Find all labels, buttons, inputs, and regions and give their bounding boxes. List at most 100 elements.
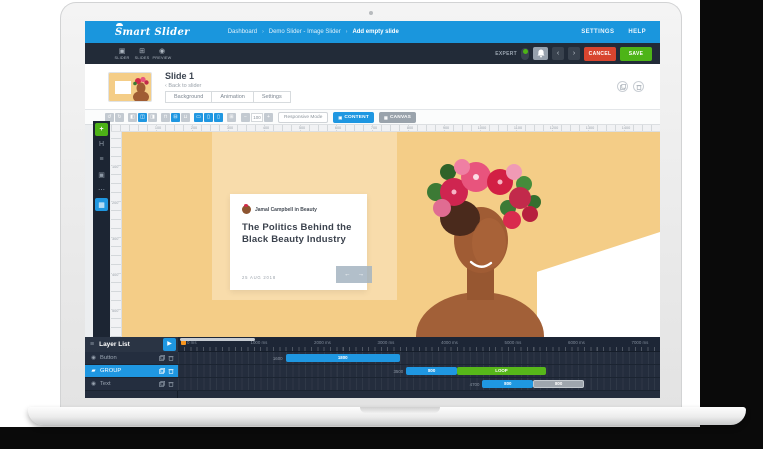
valign-middle-icon[interactable]: ⊟ bbox=[171, 112, 180, 122]
bell-icon bbox=[537, 49, 544, 58]
card-title: The Politics Behind the Black Beauty Ind… bbox=[242, 222, 352, 245]
timeline-bar-blue[interactable]: 1800 bbox=[285, 354, 400, 362]
layer-row-text[interactable]: ◉ Text bbox=[85, 378, 178, 391]
breadcrumb-item[interactable]: Demo Slider - Image Slider bbox=[269, 29, 341, 35]
layer-name: Button bbox=[100, 355, 117, 361]
layer-row-button[interactable]: ◉ Button bbox=[85, 352, 178, 365]
delete-layer-icon[interactable] bbox=[168, 355, 174, 361]
folder-icon[interactable]: ▰ bbox=[90, 368, 97, 374]
timeline-ruler-label: 0 ms bbox=[187, 340, 197, 345]
slider-label: SLIDER bbox=[114, 55, 130, 60]
tab-settings[interactable]: Settings bbox=[252, 91, 291, 103]
vruler-label: 500 bbox=[112, 309, 119, 313]
image-layer-button[interactable]: ▣ bbox=[95, 168, 108, 181]
valign-bottom-icon[interactable]: ⊔ bbox=[181, 112, 190, 122]
duplicate-layer-icon[interactable] bbox=[159, 355, 165, 361]
align-left-icon[interactable]: ◧ bbox=[128, 112, 137, 122]
heading-layer-button[interactable]: H bbox=[95, 138, 108, 151]
settings-link[interactable]: SETTINGS bbox=[581, 29, 614, 35]
timeline-bar-green[interactable]: LOOP bbox=[457, 367, 546, 375]
zoom-out-icon[interactable]: − bbox=[241, 112, 250, 122]
mobile-icon[interactable]: ▯ bbox=[214, 112, 223, 122]
more-layers-button[interactable]: ⋯ bbox=[95, 183, 108, 196]
slides-icon: ⊞ bbox=[139, 47, 145, 55]
eye-icon[interactable]: ◉ bbox=[90, 381, 97, 387]
duplicate-layer-icon[interactable] bbox=[159, 368, 165, 374]
slider-button[interactable]: ▣ SLIDER bbox=[112, 43, 132, 64]
slide-tabs: Background Animation Settings bbox=[165, 91, 291, 103]
content-mode-button[interactable]: ▣ CONTENT bbox=[333, 111, 374, 123]
delete-layer-icon[interactable] bbox=[168, 381, 174, 387]
text-layer-button[interactable]: ≡ bbox=[95, 153, 108, 166]
hruler-label: 800 bbox=[405, 126, 415, 130]
layer-list-toggle-button[interactable]: ▦ bbox=[95, 198, 108, 211]
tab-background[interactable]: Background bbox=[165, 91, 212, 103]
timeline-bar-blue[interactable]: 800 bbox=[406, 367, 458, 375]
save-button[interactable]: SAVE bbox=[620, 46, 652, 61]
ruler-ticks bbox=[184, 347, 660, 351]
valign-top-icon[interactable]: ⊓ bbox=[161, 112, 170, 122]
zoom-in-icon[interactable]: + bbox=[264, 112, 273, 122]
horizontal-ruler: 100 200 300 400 500 600 700 800 900 1000 1100 1200 1… bbox=[111, 125, 660, 132]
timeline-bar-blue[interactable]: 800 bbox=[482, 380, 534, 388]
layer-name: GROUP bbox=[100, 368, 122, 374]
timeline-bar-gray[interactable]: 800 bbox=[533, 380, 585, 388]
hruler-label: 1400 bbox=[620, 126, 632, 130]
bar-start-label: 1600 bbox=[272, 356, 283, 361]
tablet-icon[interactable]: ▯ bbox=[204, 112, 213, 122]
duplicate-slide-button[interactable] bbox=[617, 81, 628, 92]
delete-layer-icon[interactable] bbox=[168, 368, 174, 374]
responsive-mode-button[interactable]: Responsive Mode bbox=[278, 111, 329, 123]
hruler-label: 200 bbox=[189, 126, 199, 130]
breadcrumb-separator-icon: › bbox=[262, 29, 264, 35]
canvas-mode-button[interactable]: ▦ CANVAS bbox=[378, 111, 417, 123]
duplicate-layer-icon[interactable] bbox=[159, 381, 165, 387]
play-button[interactable]: ▶ bbox=[163, 338, 176, 351]
next-arrow-icon[interactable]: → bbox=[358, 271, 365, 278]
content-mode-icon: ▣ bbox=[338, 114, 343, 120]
notifications-button[interactable] bbox=[533, 47, 548, 60]
layer-list-title: Layer List bbox=[99, 341, 130, 348]
timeline-ruler[interactable]: 0 ms 1000 ms 2000 ms 3000 ms 4000 ms 5000 ms 6… bbox=[178, 337, 660, 352]
breadcrumb-item[interactable]: Dashboard bbox=[228, 29, 257, 35]
vertical-ruler: 100 200 300 400 500 bbox=[111, 132, 122, 337]
back-to-slider-link[interactable]: ‹ Back to slider bbox=[165, 83, 201, 89]
redo-icon[interactable]: ↻ bbox=[115, 112, 124, 122]
next-slide-button[interactable]: › bbox=[568, 47, 580, 60]
slides-label: SLIDES bbox=[134, 55, 150, 60]
hruler-label: 1200 bbox=[548, 126, 560, 130]
help-link[interactable]: HELP bbox=[628, 29, 646, 35]
preview-button[interactable]: ◉ PREVIEW bbox=[152, 43, 172, 64]
desktop-icon[interactable]: ▭ bbox=[194, 112, 203, 122]
grid-icon[interactable]: ⊞ bbox=[227, 112, 236, 122]
hruler-label: 300 bbox=[225, 126, 235, 130]
breadcrumb-item[interactable]: Add empty slide bbox=[352, 29, 398, 35]
vruler-label: 200 bbox=[112, 201, 119, 205]
align-center-icon[interactable]: ◫ bbox=[138, 112, 147, 122]
slide-canvas[interactable]: Jamal Campbell in Beauty The Politics Be… bbox=[122, 132, 660, 337]
hruler-label: 700 bbox=[369, 126, 379, 130]
slide-thumbnail[interactable] bbox=[108, 72, 152, 102]
prev-arrow-icon[interactable]: ← bbox=[344, 271, 351, 278]
cancel-button[interactable]: CANCEL bbox=[584, 46, 616, 61]
previous-slide-button[interactable]: ‹ bbox=[552, 47, 564, 60]
layer-rail: + H ≡ ▣ ⋯ ▦ bbox=[93, 121, 110, 337]
tab-animation[interactable]: Animation bbox=[211, 91, 253, 103]
byline: Jamal Campbell in Beauty bbox=[242, 204, 317, 214]
add-layer-button[interactable]: + bbox=[95, 123, 108, 136]
layer-row-group[interactable]: ▰ GROUP bbox=[85, 365, 178, 378]
bar-start-label: 4700 bbox=[469, 382, 480, 387]
slides-button[interactable]: ⊞ SLIDES bbox=[132, 43, 152, 64]
timeline-ruler-label: 1000 ms bbox=[250, 340, 268, 345]
content-card[interactable]: Jamal Campbell in Beauty The Politics Be… bbox=[230, 194, 372, 290]
align-right-icon[interactable]: ◨ bbox=[148, 112, 157, 122]
author-avatar bbox=[242, 204, 251, 214]
back-arrow-icon: ‹ bbox=[165, 83, 167, 89]
hruler-label: 100 bbox=[153, 126, 163, 130]
expert-toggle[interactable] bbox=[521, 47, 529, 60]
slide-bar: Slide 1 ‹ Back to slider Background Anima… bbox=[85, 64, 660, 110]
delete-slide-button[interactable] bbox=[633, 81, 644, 92]
timeline-ruler-label: 7000 ms bbox=[631, 340, 649, 345]
breadcrumb[interactable]: Dashboard › Demo Slider - Image Slider › Add… bbox=[228, 29, 399, 35]
eye-icon[interactable]: ◉ bbox=[90, 355, 97, 361]
